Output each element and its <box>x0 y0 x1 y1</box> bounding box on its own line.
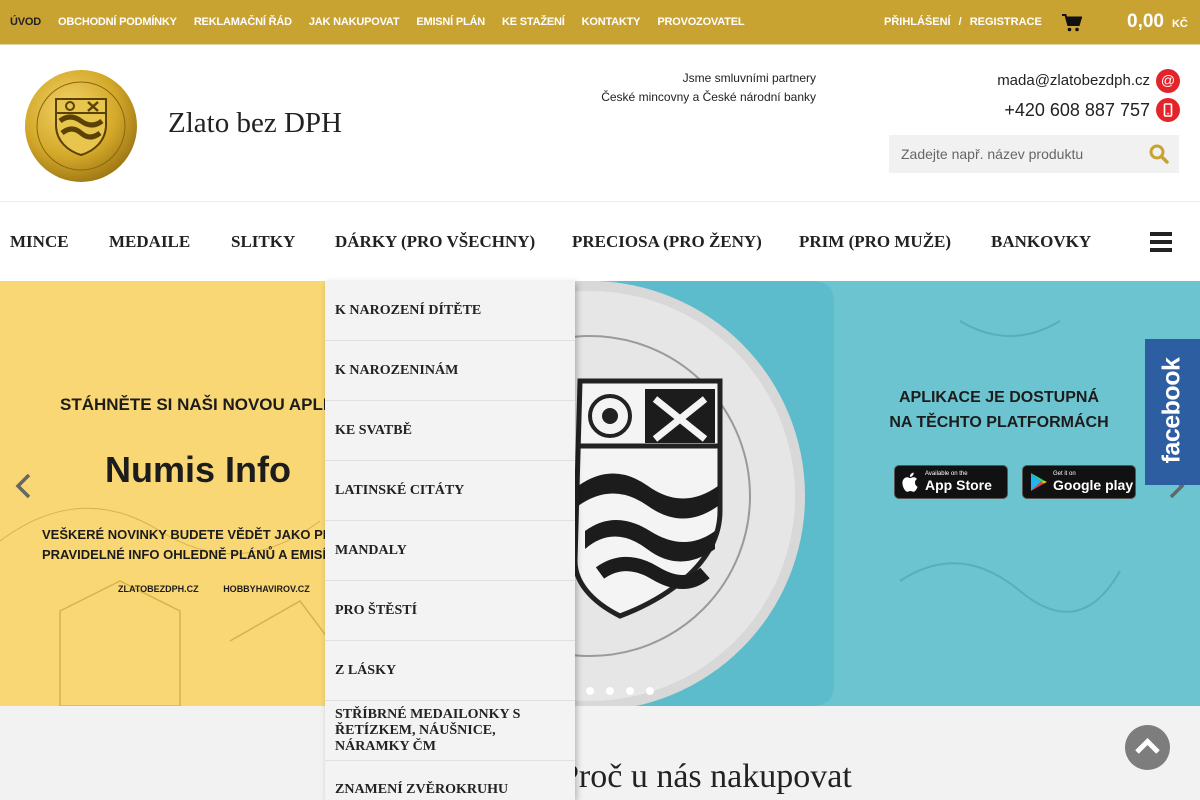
slide-heading: STÁHNĚTE SI NAŠI NOVOU APLIKACI <box>60 395 370 414</box>
darky-dropdown-menu: K narození dítěte K narozeninám Ke svatb… <box>325 281 575 800</box>
slide-artwork <box>0 281 1121 706</box>
facebook-label: facebook <box>1157 357 1186 464</box>
slide-url-1: ZLATOBEZDPH.CZ <box>118 584 199 594</box>
topnav-link-obchodni-podminky[interactable]: Obchodní podmínky <box>58 16 177 28</box>
cart-amount: 0,00 <box>1127 11 1164 32</box>
dropdown-item-stribrne-medailonky[interactable]: Stříbrné medailonky s řetízkem, náušnice… <box>325 701 575 761</box>
back-to-top-button[interactable] <box>1125 725 1170 770</box>
googleplay-big-text: Google play <box>1053 477 1134 493</box>
site-title[interactable]: Zlato bez DPH <box>168 107 342 140</box>
auth-separator: / <box>958 16 962 28</box>
hamburger-icon[interactable] <box>1150 232 1172 252</box>
googleplay-badge[interactable]: Get it on Google play <box>1022 465 1136 499</box>
platforms-line-1: APLIKACE JE DOSTUPNÁ <box>898 389 1100 406</box>
dropdown-item-mandaly[interactable]: Mandaly <box>325 521 575 581</box>
google-play-icon <box>1031 473 1047 491</box>
cart-currency: Kč <box>1171 18 1188 30</box>
mainnav-item-medaile[interactable]: Medaile <box>109 202 190 282</box>
appstore-big-text: App Store <box>925 477 992 493</box>
at-icon[interactable]: @ <box>1156 69 1180 93</box>
topnav-link-uvod[interactable]: Úvod <box>10 16 41 28</box>
platforms-line-2: NA TĚCHTO PLATFORMÁCH <box>889 414 1109 431</box>
mainnav-item-preciosa[interactable]: Preciosa (pro ženy) <box>572 202 762 282</box>
appstore-badge[interactable]: Available on the App Store <box>894 465 1008 499</box>
why-shop-title: Proč u nás nakupovat <box>560 758 852 795</box>
slide-app-name: Numis Info <box>105 449 291 490</box>
site-header: Zlato bez DPH Jsme smluvními partnery Če… <box>0 44 1200 201</box>
login-link[interactable]: Přihlášení <box>884 16 951 28</box>
topnav-link-provozovatel[interactable]: Provozovatel <box>657 16 744 28</box>
cart-total[interactable]: 0,00 Kč <box>1127 0 1188 44</box>
topnav-link-emisni-plan[interactable]: Emisní plán <box>416 16 485 28</box>
slider-prev-arrow-icon[interactable] <box>14 473 34 499</box>
logo[interactable] <box>24 69 138 183</box>
dropdown-item-k-narozeni-ditete[interactable]: K narození dítěte <box>325 281 575 341</box>
dropdown-item-k-narozeninam[interactable]: K narozeninám <box>325 341 575 401</box>
contact-phone[interactable]: +420 608 887 757 <box>940 98 1150 122</box>
slider-dot[interactable] <box>606 687 614 695</box>
mainnav-item-prim[interactable]: Prim (pro muže) <box>799 202 951 282</box>
why-shop-section: Proč u nás nakupovat <box>0 706 1200 800</box>
main-navigation: Mince Medaile Slitky Dárky (pro všechny)… <box>0 201 1200 281</box>
partners-line-2: České mincovny a České národní banky <box>601 90 816 104</box>
search-icon[interactable] <box>1149 144 1169 164</box>
arrow-up-icon <box>1135 737 1160 754</box>
slider-dot[interactable] <box>646 687 654 695</box>
topnav-link-reklamacni-rad[interactable]: Reklamační řád <box>194 16 292 28</box>
partners-text: Jsme smluvními partnery České mincovny a… <box>560 69 816 107</box>
search-input[interactable] <box>889 135 1139 173</box>
slider-dot[interactable] <box>626 687 634 695</box>
dropdown-item-latinske-citaty[interactable]: Latinské citáty <box>325 461 575 521</box>
slide-platforms-text: APLIKACE JE DOSTUPNÁ NA TĚCHTO PLATFORMÁ… <box>880 385 1118 435</box>
mainnav-item-mince[interactable]: Mince <box>10 202 69 282</box>
slider-dots <box>586 687 666 695</box>
contact-email[interactable]: mada@zlatobezdph.cz <box>940 69 1150 93</box>
mainnav-item-darky[interactable]: Dárky (pro všechny) <box>335 202 535 282</box>
slide-urls: ZLATOBEZDPH.CZ HOBBYHAVIROV.CZ <box>118 584 332 594</box>
cart-icon[interactable] <box>1062 14 1082 32</box>
auth-links: Přihlášení / Registrace <box>884 0 1042 44</box>
slide-url-2: HOBBYHAVIROV.CZ <box>223 584 310 594</box>
topnav-link-kontakty[interactable]: Kontakty <box>582 16 641 28</box>
dropdown-item-znameni-zverokruhu[interactable]: Znamení zvěrokruhu <box>325 761 575 800</box>
topnav-link-ke-stazeni[interactable]: Ke stažení <box>502 16 565 28</box>
search-box <box>889 135 1179 173</box>
facebook-tab[interactable]: facebook <box>1145 339 1200 485</box>
dropdown-item-z-lasky[interactable]: Z lásky <box>325 641 575 701</box>
slider-dot[interactable] <box>586 687 594 695</box>
dropdown-item-pro-stesti[interactable]: Pro štěstí <box>325 581 575 641</box>
dropdown-item-ke-svatbe[interactable]: Ke svatbě <box>325 401 575 461</box>
mainnav-item-bankovky[interactable]: Bankovky <box>991 202 1091 282</box>
top-navigation: Úvod Obchodní podmínky Reklamační řád Ja… <box>10 0 761 44</box>
apple-icon <box>902 472 918 492</box>
banner-slider: STÁHNĚTE SI NAŠI NOVOU APLIKACI Numis In… <box>0 281 1200 706</box>
register-link[interactable]: Registrace <box>970 16 1042 28</box>
partners-line-1: Jsme smluvními partnery <box>682 71 816 85</box>
topnav-link-jak-nakupovat[interactable]: Jak nakupovat <box>309 16 400 28</box>
mobile-icon[interactable] <box>1156 98 1180 122</box>
mainnav-item-slitky[interactable]: Slitky <box>231 202 295 282</box>
top-bar: Úvod Obchodní podmínky Reklamační řád Ja… <box>0 0 1200 44</box>
